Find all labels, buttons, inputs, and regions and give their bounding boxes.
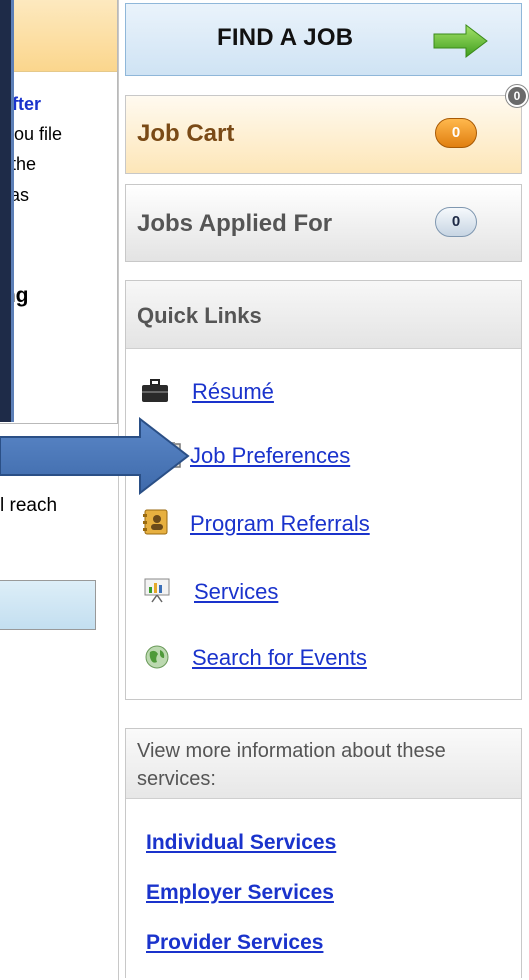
left-panel-header (0, 0, 117, 72)
left-text-reach: l reach (0, 495, 58, 516)
find-a-job-label: FIND A JOB (217, 24, 354, 51)
briefcase-icon (142, 379, 168, 402)
chart-presentation-icon (144, 578, 170, 603)
link-individual-services[interactable]: Individual Services (146, 831, 336, 855)
annotation-arrow-icon (0, 417, 190, 495)
job-cart-label: Job Cart (137, 120, 235, 147)
quick-link-search-for-events[interactable]: Search for Events (192, 645, 367, 671)
jobs-applied-label: Jobs Applied For (137, 210, 333, 237)
link-employer-services[interactable]: Employer Services (146, 881, 334, 905)
quick-link-program-referrals[interactable]: Program Referrals (190, 511, 370, 537)
globe-icon (145, 645, 169, 669)
quick-link-resume[interactable]: Résumé (192, 379, 274, 405)
quick-link-job-preferences[interactable]: Job Preferences (190, 443, 350, 469)
services-info-text: View more information about these servic… (137, 740, 446, 790)
job-cart-count-badge: 0 (435, 118, 477, 148)
quick-link-services[interactable]: Services (194, 579, 278, 605)
dark-overlay-box (0, 0, 14, 422)
link-provider-services[interactable]: Provider Services (146, 931, 323, 955)
green-arrow-icon (433, 24, 488, 58)
jobs-applied-count-badge: 0 (435, 207, 477, 237)
quick-links-title: Quick Links (137, 303, 262, 328)
cart-notification-badge: 0 (506, 85, 528, 107)
address-book-icon (143, 509, 168, 535)
left-blue-bar[interactable] (0, 580, 96, 630)
